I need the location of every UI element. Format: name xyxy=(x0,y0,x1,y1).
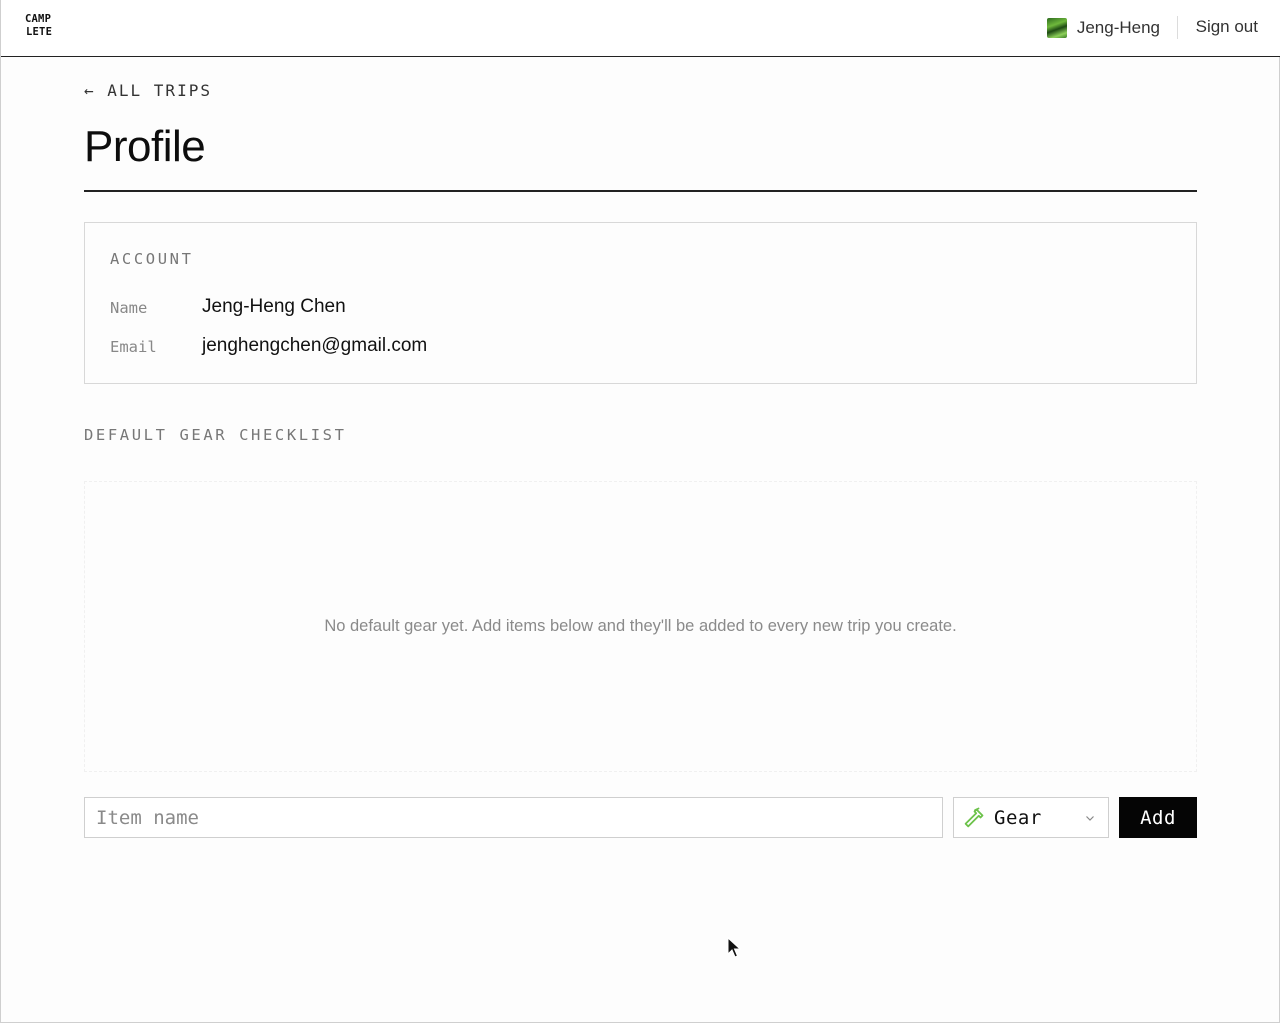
top-bar: CAMP LETE Jeng-Heng Sign out xyxy=(1,0,1280,57)
chevron-down-icon xyxy=(1086,816,1094,821)
category-selected-value: Gear xyxy=(994,806,1042,829)
email-value: jenghengchen@gmail.com xyxy=(202,335,428,356)
add-item-button[interactable]: Add xyxy=(1119,797,1197,838)
item-name-input[interactable] xyxy=(84,797,943,838)
email-label: Email xyxy=(110,338,157,356)
header-divider xyxy=(1177,16,1178,39)
app-logo[interactable]: CAMP LETE xyxy=(25,13,61,43)
gear-section-title: DEFAULT GEAR CHECKLIST xyxy=(84,426,347,444)
user-name: Jeng-Heng xyxy=(1076,18,1160,37)
page-title: Profile xyxy=(84,122,206,171)
mouse-cursor-icon xyxy=(727,937,741,958)
empty-state-message: No default gear yet. Add items below and… xyxy=(324,617,957,635)
hammer-icon xyxy=(964,807,984,827)
app-window: CAMP LETE Jeng-Heng Sign out ← ALL TRIPS… xyxy=(0,0,1280,1023)
account-card: ACCOUNT Name Jeng-Heng Chen Email jenghe… xyxy=(84,222,1197,384)
logo-line-2: LETE xyxy=(26,26,53,38)
logo-line-1: CAMP xyxy=(25,13,52,25)
title-divider xyxy=(84,190,1197,192)
name-label: Name xyxy=(110,299,148,317)
back-to-all-trips-link[interactable]: ← ALL TRIPS xyxy=(84,81,212,100)
sign-out-link[interactable]: Sign out xyxy=(1196,17,1258,37)
account-section-title: ACCOUNT xyxy=(110,250,194,268)
user-menu[interactable]: Jeng-Heng xyxy=(1046,17,1160,39)
avatar xyxy=(1046,18,1067,38)
category-select[interactable]: Gear xyxy=(953,797,1109,838)
name-value: Jeng-Heng Chen xyxy=(202,296,346,317)
gear-empty-state: No default gear yet. Add items below and… xyxy=(84,481,1197,772)
